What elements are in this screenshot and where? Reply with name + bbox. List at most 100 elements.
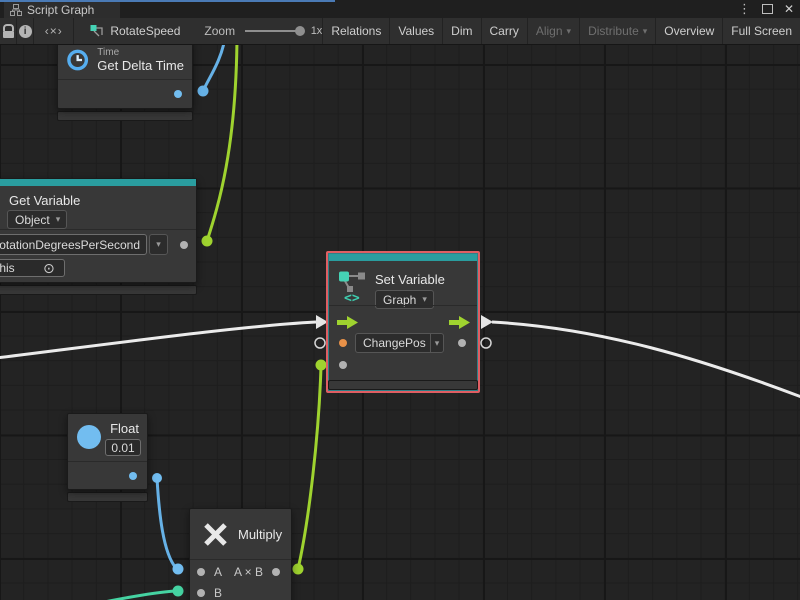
- node-footer: [328, 380, 478, 390]
- svg-text:<>: <>: [344, 291, 360, 303]
- wire-end-dot: [173, 586, 184, 597]
- zoom-slider[interactable]: [245, 30, 300, 32]
- node-category: Time: [97, 47, 184, 58]
- zoom-value: 1x: [311, 25, 323, 37]
- distribute-dropdown-button[interactable]: Distribute▾: [579, 18, 655, 44]
- port-label-output: A × B: [234, 565, 263, 579]
- overview-button[interactable]: Overview: [655, 18, 722, 44]
- flow-in-port[interactable]: [335, 316, 359, 329]
- clock-icon: [66, 48, 89, 72]
- wire-flow-out: [492, 322, 800, 401]
- wire-deltatime-out: [203, 45, 225, 91]
- tab-title: Script Graph: [27, 3, 94, 17]
- window-controls: ⋮ ✕: [738, 1, 794, 17]
- breadcrumb[interactable]: RotateSpeed: [90, 24, 180, 38]
- variable-name-dropdown[interactable]: ▾: [149, 234, 168, 255]
- chevron-down-icon: ▾: [156, 239, 161, 250]
- unconnected-port-ring[interactable]: [315, 338, 325, 348]
- chevron-down-icon: ▾: [422, 294, 427, 305]
- window-menu-icon[interactable]: ⋮: [738, 1, 751, 17]
- relations-button[interactable]: Relations: [322, 18, 389, 44]
- chevron-down-icon: ▾: [56, 214, 61, 225]
- variable-node-accent: [0, 179, 196, 186]
- node-title: Multiply: [238, 527, 282, 542]
- wire-multiply-to-setvariable: [298, 366, 321, 569]
- wire-end-dot: [198, 86, 209, 97]
- chevron-down-icon: ▾: [567, 26, 572, 37]
- info-icon: i: [19, 25, 32, 38]
- node-get-delta-time[interactable]: Time Get Delta Time: [57, 45, 193, 121]
- wire-end-dot: [152, 473, 162, 483]
- object-picker-icon[interactable]: ⊙: [43, 261, 55, 275]
- node-set-variable[interactable]: <> Set Variable Graph ▾: [328, 253, 478, 391]
- node-set-variable-selection: <> Set Variable Graph ▾: [326, 251, 480, 393]
- wire-end-dot: [316, 360, 327, 371]
- value-output-port[interactable]: [129, 472, 137, 480]
- wire-end-dot: [293, 564, 304, 575]
- lock-button[interactable]: [0, 18, 17, 44]
- code-view-button[interactable]: ‹×›: [34, 18, 74, 44]
- input-port-b[interactable]: [197, 589, 205, 597]
- unconnected-port-ring[interactable]: [481, 338, 491, 348]
- input-port-a[interactable]: [197, 568, 205, 576]
- values-button[interactable]: Values: [389, 18, 442, 44]
- port-label-b: B: [214, 586, 222, 600]
- wire-to-multiply-b: [28, 591, 175, 600]
- wire-getvariable-out: [207, 45, 237, 241]
- align-dropdown-button[interactable]: Align▾: [527, 18, 579, 44]
- node-footer: [67, 492, 148, 502]
- wire-float-to-multiply: [157, 478, 176, 568]
- variable-name-dropdown[interactable]: ChangePos ▾: [355, 333, 444, 353]
- chevron-down-icon: ▾: [430, 334, 444, 352]
- node-footer: [57, 111, 193, 121]
- float-type-icon: [77, 425, 101, 449]
- carry-button[interactable]: Carry: [481, 18, 527, 44]
- value-input-port[interactable]: [339, 361, 347, 369]
- float-value-field[interactable]: 0.01: [105, 439, 141, 456]
- node-multiply[interactable]: Multiply A A × B B: [189, 508, 292, 600]
- chevron-down-icon: ▾: [643, 26, 648, 37]
- titlebar: Script Graph ⋮ ✕: [0, 0, 800, 18]
- inspect-button[interactable]: i: [17, 18, 34, 44]
- zoom-slider-handle[interactable]: [295, 26, 305, 36]
- script-graph-asset-icon: [90, 24, 104, 38]
- zoom-label: Zoom: [204, 24, 235, 38]
- node-get-variable[interactable]: Get Variable Object ▾ RotationDegreesPer…: [0, 178, 197, 295]
- breadcrumb-graph-name: RotateSpeed: [110, 24, 180, 38]
- node-title: Set Variable: [375, 272, 445, 287]
- close-icon[interactable]: ✕: [784, 1, 794, 17]
- target-object-field[interactable]: This: [0, 259, 65, 277]
- set-variable-icon: <>: [338, 271, 368, 303]
- wire-end-dot: [202, 236, 213, 247]
- graph-icon: [10, 4, 22, 16]
- wire-flow-out-arrow: [481, 315, 493, 329]
- tab-script-graph[interactable]: Script Graph: [4, 2, 120, 18]
- variable-name-port[interactable]: [339, 339, 347, 347]
- toolbar: i ‹×› RotateSpeed Zoom 1x Relations Valu…: [0, 18, 800, 45]
- output-port-deltatime[interactable]: [174, 90, 182, 98]
- node-title: Float: [110, 421, 139, 436]
- script-graph-window: Script Graph ⋮ ✕ i ‹×› RotateSpeed: [0, 0, 800, 600]
- node-title: Get Variable: [9, 193, 80, 208]
- node-footer: [0, 285, 197, 295]
- value-output-port[interactable]: [458, 339, 466, 347]
- maximize-icon[interactable]: [762, 4, 773, 14]
- node-float[interactable]: Float 0.01: [67, 413, 148, 502]
- graph-canvas[interactable]: Time Get Delta Time Get Variable Object: [0, 45, 800, 600]
- variable-node-accent: [329, 254, 477, 261]
- wire-flow-in: [0, 322, 316, 359]
- multiply-icon: [202, 521, 229, 548]
- variable-scope-dropdown[interactable]: Object ▾: [7, 210, 67, 229]
- lock-icon: [3, 24, 14, 38]
- flow-out-port[interactable]: [447, 316, 471, 329]
- toolbar-right-group: Relations Values Dim Carry Align▾ Distri…: [322, 18, 800, 44]
- port-label-a: A: [214, 565, 222, 579]
- full-screen-button[interactable]: Full Screen: [722, 18, 800, 44]
- output-port[interactable]: [272, 568, 280, 576]
- node-title: Get Delta Time: [97, 58, 184, 73]
- wire-end-dot: [173, 564, 184, 575]
- value-output-port[interactable]: [180, 241, 188, 249]
- variable-name-field[interactable]: RotationDegreesPerSecond: [0, 234, 147, 255]
- dim-button[interactable]: Dim: [442, 18, 480, 44]
- code-icon: ‹×›: [45, 24, 63, 38]
